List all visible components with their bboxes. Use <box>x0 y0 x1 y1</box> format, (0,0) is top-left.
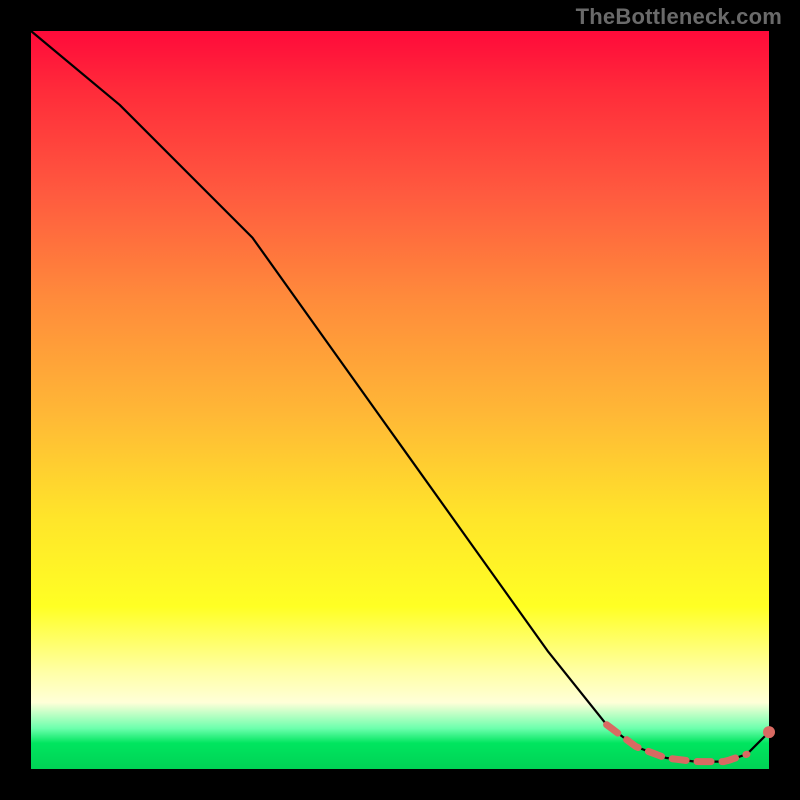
plot-area <box>31 31 769 769</box>
bottleneck-curve <box>31 31 769 762</box>
end-point-dot <box>763 726 775 738</box>
chart-frame: TheBottleneck.com <box>0 0 800 800</box>
watermark-text: TheBottleneck.com <box>576 4 782 30</box>
optimal-range-dashed <box>607 725 747 762</box>
chart-svg <box>31 31 769 769</box>
